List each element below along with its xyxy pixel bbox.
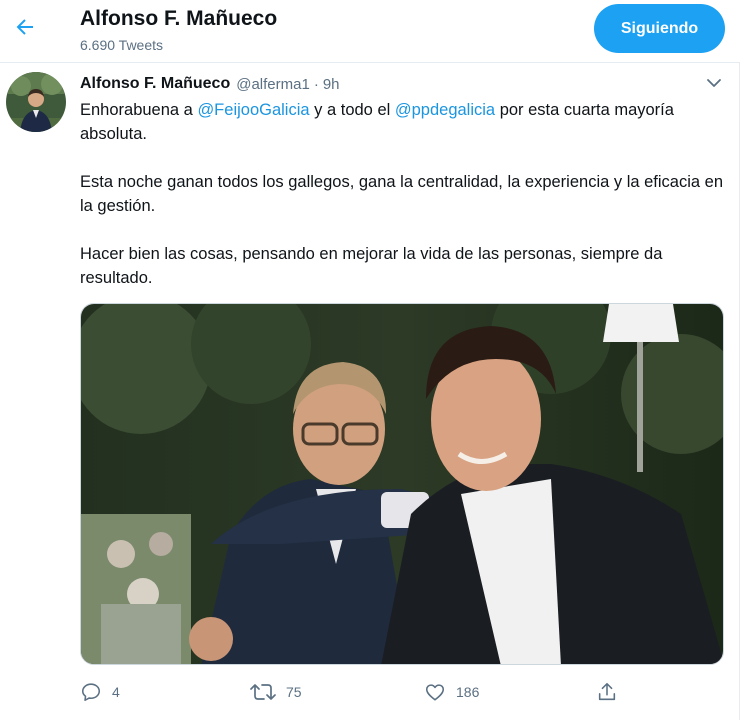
divider bbox=[0, 62, 740, 63]
tweet-paragraph: Hacer bien las cosas, pensando en mejora… bbox=[80, 245, 663, 287]
reply-icon bbox=[81, 683, 101, 702]
arrow-left-icon bbox=[16, 19, 33, 35]
profile-header: Alfonso F. Mañueco 6.690 Tweets Siguiend… bbox=[0, 0, 740, 62]
tweet-count: 6.690 Tweets bbox=[80, 37, 164, 53]
meta-separator: · bbox=[313, 75, 319, 93]
back-button[interactable] bbox=[12, 14, 38, 40]
share-icon bbox=[598, 682, 616, 701]
like-button[interactable]: 186 bbox=[424, 678, 479, 706]
following-button[interactable]: Siguiendo bbox=[594, 4, 725, 53]
retweet-count: 75 bbox=[286, 684, 302, 700]
mention-link[interactable]: @FeijooGalicia bbox=[197, 101, 309, 119]
tweet-photo[interactable] bbox=[80, 303, 724, 665]
reply-button[interactable]: 4 bbox=[80, 678, 120, 706]
chevron-down-icon bbox=[707, 79, 721, 87]
author-name[interactable]: Alfonso F. Mañueco bbox=[80, 75, 230, 93]
tweet-paragraph: Esta noche ganan todos los gallegos, gan… bbox=[80, 173, 724, 215]
tweet-meta: Alfonso F. Mañueco @alferma1 · 9h bbox=[80, 73, 340, 95]
tweet-text: Enhorabuena a @FeijooGalicia y a todo el… bbox=[80, 98, 730, 290]
mention-link[interactable]: @ppdegalicia bbox=[395, 101, 495, 119]
retweet-button[interactable]: 75 bbox=[250, 678, 302, 706]
share-button[interactable] bbox=[596, 678, 618, 706]
author-handle[interactable]: @alferma1 bbox=[236, 76, 310, 93]
retweet-icon bbox=[250, 684, 276, 700]
heart-icon bbox=[425, 684, 445, 701]
tweet-menu-button[interactable] bbox=[705, 76, 723, 90]
like-count: 186 bbox=[456, 684, 480, 700]
tweet-paragraph: Enhorabuena a @FeijooGalicia y a todo el… bbox=[80, 101, 674, 143]
profile-name: Alfonso F. Mañueco bbox=[80, 7, 278, 30]
reply-count: 4 bbox=[112, 684, 120, 700]
tweet-time[interactable]: 9h bbox=[323, 76, 340, 93]
avatar[interactable] bbox=[6, 72, 66, 132]
tweet-actions: 4 75 186 bbox=[80, 678, 640, 706]
